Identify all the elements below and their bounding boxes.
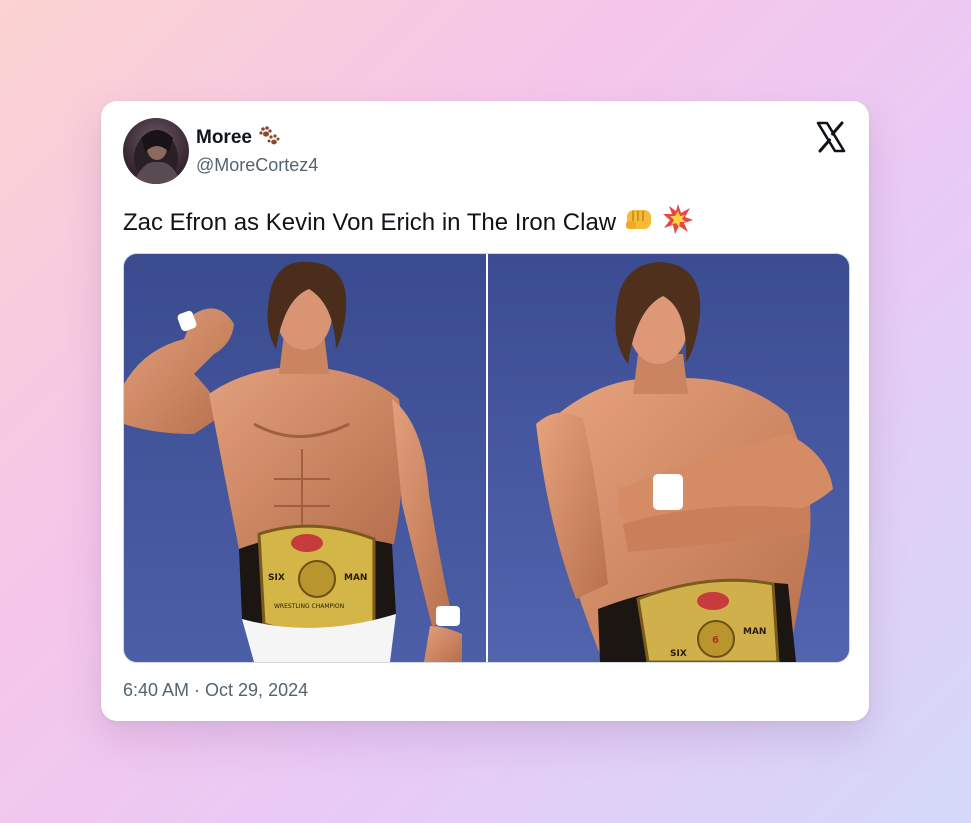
photo-flexing-wrestler[interactable]: SIX MAN WRESTLING CHAMPION	[124, 254, 486, 662]
belt-text-man: MAN	[344, 573, 367, 583]
x-logo-icon[interactable]	[815, 121, 847, 153]
oncoming-fist-icon	[624, 205, 654, 240]
tweet-timestamp[interactable]: 6:40 AM · Oct 29, 2024	[123, 680, 308, 701]
media-grid[interactable]: SIX MAN WRESTLING CHAMPION 6 SIX MAN	[123, 253, 850, 663]
photo-crossed-arms-wrestler[interactable]: 6 SIX MAN	[486, 254, 849, 662]
belt-text-number: 6	[712, 635, 719, 646]
belt-text-champion: WRESTLING CHAMPION	[274, 603, 344, 610]
belt-text-man-right: MAN	[743, 627, 766, 637]
avatar[interactable]	[123, 118, 189, 184]
tweet-card[interactable]: Moree @MoreCortez4 Zac Efron as Kevin Vo…	[101, 101, 869, 721]
collision-icon	[662, 203, 694, 242]
paw-prints-icon	[258, 125, 280, 151]
author-handle[interactable]: @MoreCortez4	[196, 155, 318, 176]
tweet-body: Zac Efron as Kevin Von Erich in The Iron…	[123, 208, 617, 236]
tweet-text: Zac Efron as Kevin Von Erich in The Iron…	[123, 203, 694, 242]
author-name[interactable]: Moree	[196, 125, 280, 151]
display-name[interactable]: Moree	[196, 127, 252, 149]
belt-text-six: SIX	[268, 573, 285, 583]
belt-text-six-right: SIX	[670, 649, 687, 659]
